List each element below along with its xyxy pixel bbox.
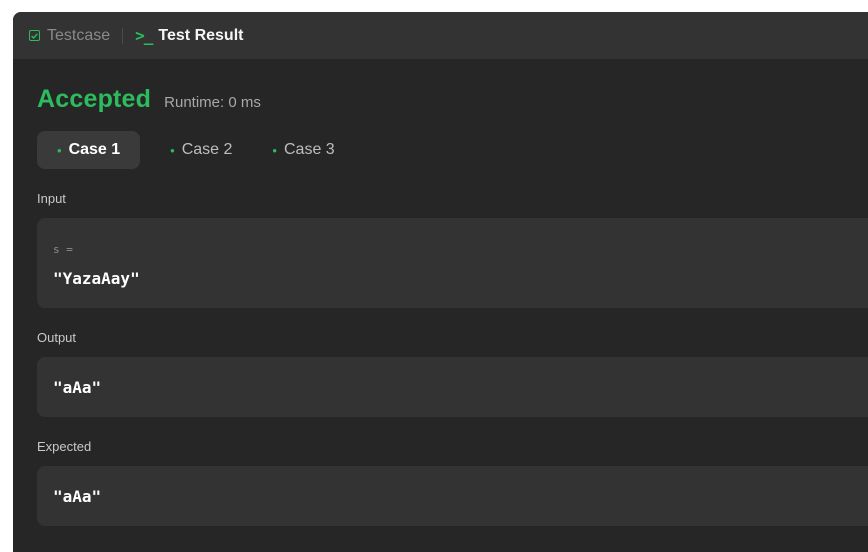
dot-icon: •: [170, 142, 175, 158]
checkbox-icon: [29, 30, 40, 41]
test-result-panel: Testcase >_ Test Result Accepted Runtime…: [13, 12, 868, 552]
case-tab-label: Case 3: [283, 141, 335, 158]
input-box: s = "YazaAay": [37, 218, 868, 308]
tab-test-result[interactable]: >_ Test Result: [135, 26, 243, 45]
case-tabs: • Case 1 • Case 2 • Case 3: [37, 131, 868, 169]
output-label: Output: [37, 330, 77, 345]
terminal-icon: >_: [135, 26, 153, 45]
input-value: "YazaAay": [53, 269, 140, 288]
case-tab-label: Case 2: [181, 141, 233, 158]
tab-testcase-label: Testcase: [47, 26, 111, 44]
status-row: Accepted Runtime: 0 ms: [37, 85, 868, 114]
status-accepted: Accepted: [37, 85, 152, 113]
case-tab-label: Case 1: [68, 141, 121, 158]
dot-icon: •: [57, 142, 62, 158]
case-tab-2[interactable]: • Case 2: [150, 131, 252, 169]
panel-tab-bar: Testcase >_ Test Result: [13, 12, 868, 59]
tab-testcase[interactable]: Testcase: [29, 27, 110, 45]
dot-icon: •: [272, 142, 277, 158]
case-tab-3[interactable]: • Case 3: [252, 131, 354, 169]
result-content: Accepted Runtime: 0 ms • Case 1 • Case 2…: [13, 85, 868, 526]
input-var-name: s =: [53, 243, 73, 256]
tab-divider: [122, 27, 124, 44]
input-label: Input: [37, 191, 66, 206]
tab-test-result-label: Test Result: [158, 26, 244, 44]
expected-value: "aAa": [53, 486, 102, 506]
runtime-text: Runtime: 0 ms: [164, 94, 261, 111]
expected-label: Expected: [37, 439, 92, 454]
output-box: "aAa": [37, 357, 868, 417]
case-tab-1[interactable]: • Case 1: [37, 131, 141, 169]
expected-box: "aAa": [37, 466, 868, 526]
output-value: "aAa": [53, 377, 102, 397]
